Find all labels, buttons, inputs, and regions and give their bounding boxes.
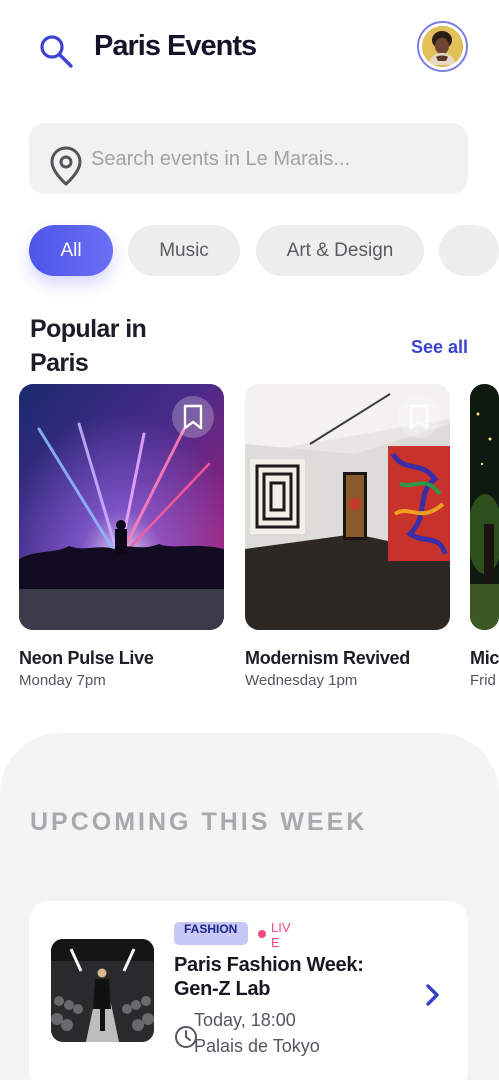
event-card-time: Frid: [470, 672, 496, 689]
event-card-title: Mic: [470, 648, 499, 668]
event-card-third[interactable]: Mic Frid: [470, 384, 499, 689]
app-screen: Paris Events All Music Art & Design Popu…: [0, 0, 499, 1080]
event-image-gallery: [245, 384, 450, 630]
event-card-title: Neon Pulse Live: [19, 648, 154, 668]
filter-chip-music[interactable]: Music: [128, 225, 240, 276]
upcoming-event-venue: Palais de Tokyo: [194, 1036, 320, 1056]
search-input[interactable]: [91, 137, 451, 181]
event-card-neon-pulse[interactable]: Neon Pulse Live Monday 7pm: [19, 384, 224, 689]
see-all-link[interactable]: See all: [411, 337, 468, 358]
event-card-time: Monday 7pm: [19, 672, 106, 689]
avatar[interactable]: [417, 21, 468, 72]
filter-chip-more[interactable]: [439, 225, 499, 276]
search-icon[interactable]: [38, 33, 78, 73]
filter-chip-art-design[interactable]: Art & Design: [256, 225, 424, 276]
page-title: Paris Events: [94, 30, 257, 62]
live-indicator-dot: [258, 930, 266, 938]
upcoming-event-title: Paris Fashion Week: Gen-Z Lab: [174, 954, 364, 1000]
event-card-time: Wednesday 1pm: [245, 672, 358, 689]
chevron-right-icon[interactable]: [418, 980, 448, 1010]
event-image-garden: [470, 384, 499, 630]
bookmark-icon[interactable]: [398, 396, 440, 438]
live-status-label: LIVE: [271, 920, 291, 950]
event-image-concert: [19, 384, 224, 630]
event-card-modernism[interactable]: Modernism Revived Wednesday 1pm: [245, 384, 450, 689]
avatar-photo: [422, 26, 463, 67]
section-title-upcoming: UPCOMING THIS WEEK: [30, 808, 368, 836]
map-pin-icon: [48, 145, 84, 187]
section-title-popular: Popular in Paris: [30, 315, 147, 377]
upcoming-event-time: Today, 18:00: [194, 1010, 296, 1030]
event-card-title: Modernism Revived: [245, 648, 410, 668]
filter-chip-all[interactable]: All: [29, 225, 113, 276]
category-tag-fashion: FASHION: [174, 922, 248, 945]
bookmark-icon[interactable]: [172, 396, 214, 438]
event-image-runway: [51, 939, 154, 1042]
